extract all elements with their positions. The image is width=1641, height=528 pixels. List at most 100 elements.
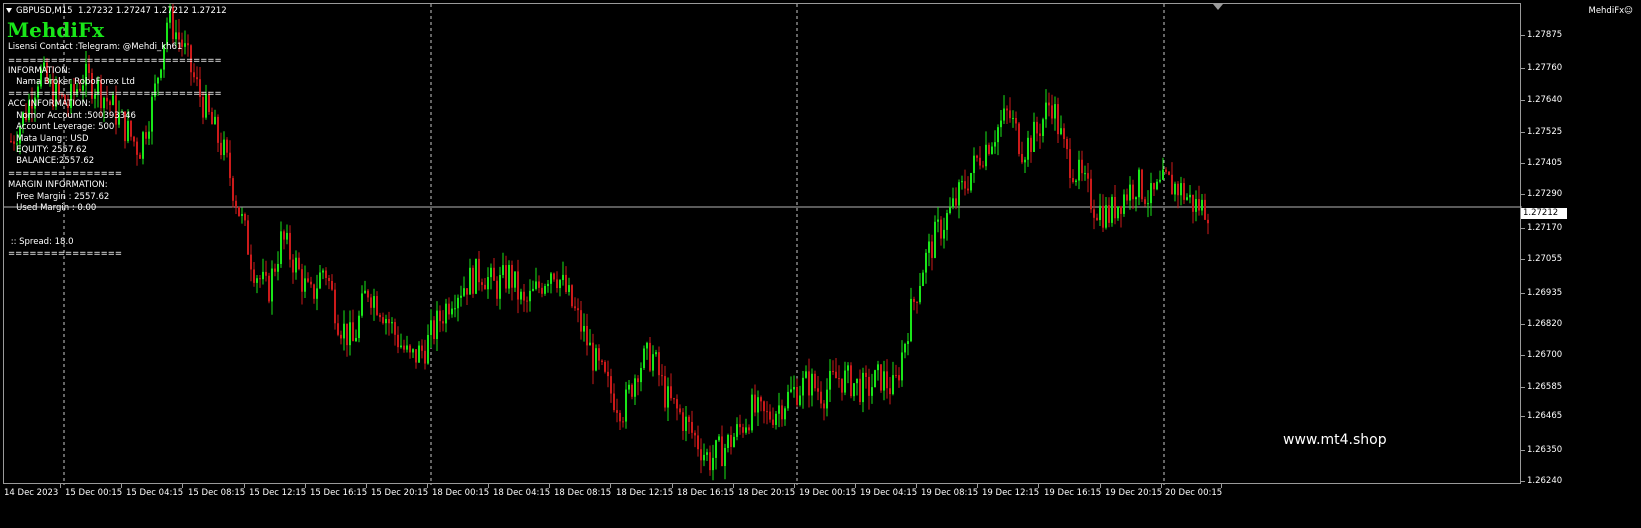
candle-body	[496, 280, 498, 299]
candle-body	[589, 342, 591, 346]
time-tick-label: 14 Dec 2023	[4, 488, 59, 498]
candle-body	[430, 320, 432, 335]
candle-body	[535, 281, 537, 289]
chart-area[interactable]	[3, 3, 1522, 485]
candle-body	[415, 349, 417, 363]
candle-body	[928, 241, 930, 253]
candle-body	[145, 132, 147, 139]
time-tick-label: 18 Dec 00:15	[432, 488, 490, 498]
candle-body	[955, 198, 957, 206]
candle-body	[517, 271, 519, 300]
candle-body	[634, 378, 636, 397]
candle-body	[1117, 206, 1119, 219]
candle-body	[679, 408, 681, 413]
candle-body	[766, 411, 768, 413]
candle-body	[613, 393, 615, 411]
candle-body	[499, 274, 501, 299]
candle-body	[478, 258, 480, 283]
candle-body	[178, 32, 180, 40]
time-tick-label: 18 Dec 20:15	[738, 488, 796, 498]
candle-body	[1165, 169, 1167, 172]
price-tick	[1521, 194, 1525, 195]
candle-body	[403, 345, 405, 350]
candle-body	[592, 342, 594, 371]
candle-body	[1072, 178, 1074, 183]
price-tick	[1521, 481, 1525, 482]
price-tick-label: 1.27525	[1527, 127, 1563, 137]
price-tick-label: 1.27055	[1527, 254, 1563, 264]
candle-body	[802, 377, 804, 396]
candle-body	[913, 298, 915, 302]
candle-body	[355, 338, 357, 342]
info-line: ==============================	[8, 89, 222, 99]
candle-body	[295, 257, 297, 273]
candle-body	[781, 405, 783, 420]
price-tick	[1521, 293, 1525, 294]
info-line: ACC INFORMATION:	[8, 99, 91, 109]
candle-body	[736, 424, 738, 437]
time-axis[interactable]: 14 Dec 2023 15 Dec 00:15 15 Dec 04:15 15 De…	[3, 484, 1521, 504]
candle-body	[1171, 174, 1173, 195]
candle-body	[691, 421, 693, 433]
candlestick-plot	[4, 4, 1522, 485]
chevron-down-icon[interactable]	[6, 8, 12, 13]
candle-body	[268, 275, 270, 302]
candle-body	[895, 375, 897, 377]
candle-body	[823, 403, 825, 409]
candle-body	[160, 69, 162, 78]
candle-body	[1180, 183, 1182, 196]
candle-body	[259, 278, 261, 280]
candle-body	[1144, 199, 1146, 204]
candle-body	[310, 281, 312, 285]
candle-body	[397, 334, 399, 348]
candle-body	[130, 120, 132, 137]
candle-body	[841, 378, 843, 393]
candle-body	[700, 449, 702, 461]
candle-body	[964, 181, 966, 189]
candle-body	[982, 165, 984, 167]
candle-body	[730, 434, 732, 447]
candle-body	[811, 373, 813, 396]
candle-body	[751, 394, 753, 431]
candle-body	[502, 265, 504, 275]
candle-body	[1192, 194, 1194, 212]
time-tick-label: 18 Dec 08:15	[554, 488, 612, 498]
candle-body	[1090, 178, 1092, 210]
candle-body	[1033, 121, 1035, 152]
candle-body	[346, 323, 348, 346]
candle-body	[727, 434, 729, 448]
symbol-header[interactable]: GBPUSD,M15 1.27232 1.27247 1.27212 1.272…	[6, 6, 227, 16]
info-line: BALANCE:2557.62	[8, 156, 95, 166]
candle-body	[1138, 169, 1140, 198]
candle-body	[808, 371, 810, 396]
candle-body	[289, 232, 291, 260]
candle-body	[493, 267, 495, 281]
candle-body	[1108, 205, 1110, 223]
price-axis[interactable]: 1.27875 1.27760 1.27640 1.27525 1.27405 1.272…	[1521, 3, 1641, 486]
candle-body	[790, 389, 792, 392]
candle-body	[424, 350, 426, 364]
candle-body	[715, 440, 717, 458]
candle-body	[1024, 159, 1026, 163]
candle-body	[1039, 133, 1041, 136]
candle-body	[244, 213, 246, 221]
price-tick-label: 1.27170	[1527, 223, 1563, 233]
price-tick-label: 1.26585	[1527, 382, 1563, 392]
candle-body	[319, 272, 321, 289]
candle-body	[427, 334, 429, 364]
candle-body	[628, 384, 630, 390]
candle-body	[832, 370, 834, 372]
candle-body	[1105, 205, 1107, 228]
candle-body	[256, 278, 258, 283]
candle-body	[742, 427, 744, 433]
candle-body	[880, 364, 882, 391]
candle-body	[1147, 203, 1149, 205]
candle-body	[544, 286, 546, 294]
candle-body	[667, 386, 669, 408]
candle-body	[586, 325, 588, 346]
candle-body	[937, 219, 939, 222]
candle-body	[1084, 173, 1086, 175]
candle-body	[583, 325, 585, 332]
candle-body	[1051, 105, 1053, 119]
candle-body	[184, 43, 186, 47]
